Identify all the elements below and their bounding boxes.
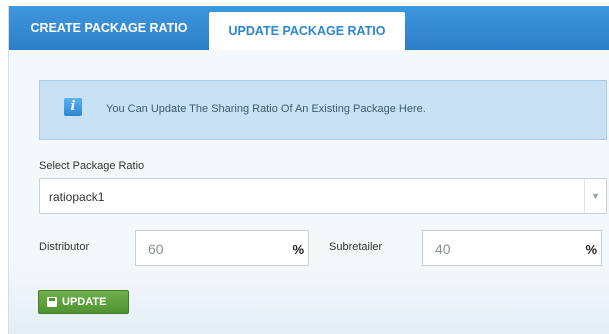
save-disk-icon [47,297,57,307]
subretailer-placeholder: 40 [435,241,451,257]
info-text: You Can Update The Sharing Ratio Of An E… [106,103,426,115]
update-button-label: UPDATE [62,296,107,308]
tab-update-package-ratio[interactable]: UPDATE PACKAGE RATIO [209,12,405,50]
distributor-label: Distributor [39,241,90,253]
subretailer-input[interactable]: 40 % [422,230,602,266]
select-package-ratio-label: Select Package Ratio [39,160,145,172]
distributor-percent-unit: % [292,242,304,257]
subretailer-percent-unit: % [585,242,597,257]
tab-bar: CREATE PACKAGE RATIO UPDATE PACKAGE RATI… [9,6,609,50]
chevron-down-icon[interactable]: ▼ [584,179,606,213]
distributor-input[interactable]: 60 % [135,230,309,266]
tab-create-package-ratio[interactable]: CREATE PACKAGE RATIO [9,6,209,50]
tab-content: i You Can Update The Sharing Ratio Of An… [9,50,609,334]
subretailer-label: Subretailer [329,241,383,253]
info-icon: i [64,98,82,116]
package-ratio-select[interactable]: ratiopack1 ▼ [39,178,607,214]
update-button[interactable]: UPDATE [38,290,129,314]
package-ratio-panel: CREATE PACKAGE RATIO UPDATE PACKAGE RATI… [8,6,609,334]
package-ratio-selected-value: ratiopack1 [49,190,105,204]
info-alert: i You Can Update The Sharing Ratio Of An… [39,80,607,140]
distributor-placeholder: 60 [148,241,164,257]
